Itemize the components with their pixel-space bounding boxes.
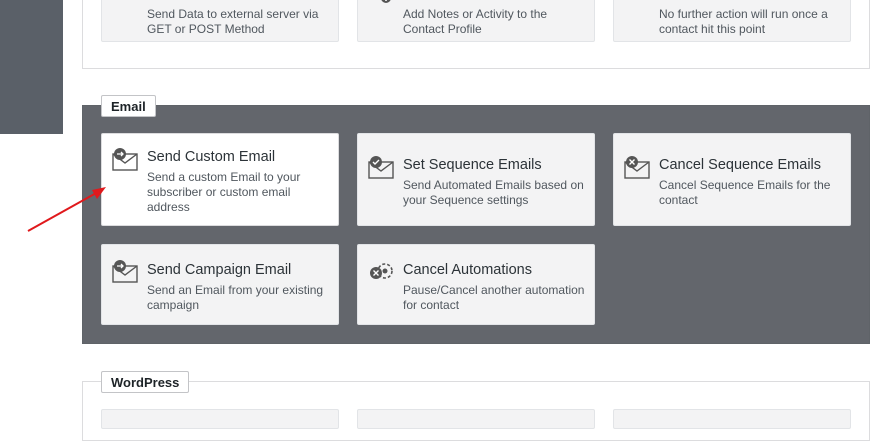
red-arrow-annotation xyxy=(27,187,106,232)
